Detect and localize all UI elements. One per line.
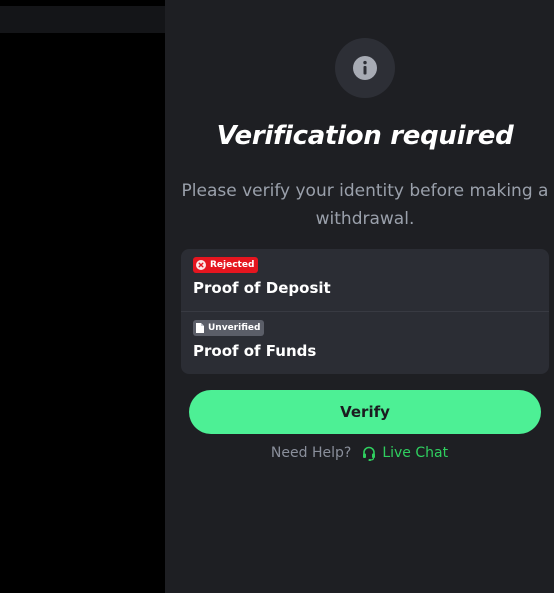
- info-icon-container: [335, 38, 395, 98]
- status-badge-label: Unverified: [208, 323, 261, 333]
- status-badge-label: Rejected: [210, 260, 255, 270]
- status-badge-unverified: Unverified: [193, 320, 265, 336]
- verification-modal: Verification required Please verify your…: [165, 0, 554, 593]
- list-item-proof-of-deposit[interactable]: Rejected Proof of Deposit: [181, 249, 549, 312]
- background-topbar: [0, 6, 165, 33]
- list-item-proof-of-funds[interactable]: Unverified Proof of Funds: [181, 312, 549, 374]
- verification-list: Rejected Proof of Deposit Unverified Pro…: [181, 249, 549, 374]
- live-chat-label: Live Chat: [382, 445, 449, 461]
- item-label: Proof of Funds: [193, 342, 317, 360]
- item-label: Proof of Deposit: [193, 279, 331, 297]
- document-icon: [196, 323, 204, 333]
- verify-button[interactable]: Verify: [189, 390, 541, 434]
- info-icon: [353, 56, 377, 80]
- help-text: Need Help?: [270, 445, 352, 461]
- live-chat-link[interactable]: Live Chat: [362, 445, 448, 461]
- x-circle-icon: [196, 260, 206, 270]
- modal-subtitle: Please verify your identity before makin…: [181, 181, 549, 229]
- help-row: Need Help? Live Chat: [165, 443, 554, 463]
- status-badge-rejected: Rejected: [193, 257, 259, 273]
- modal-title: Verification required: [216, 121, 514, 151]
- headset-icon: [363, 446, 376, 461]
